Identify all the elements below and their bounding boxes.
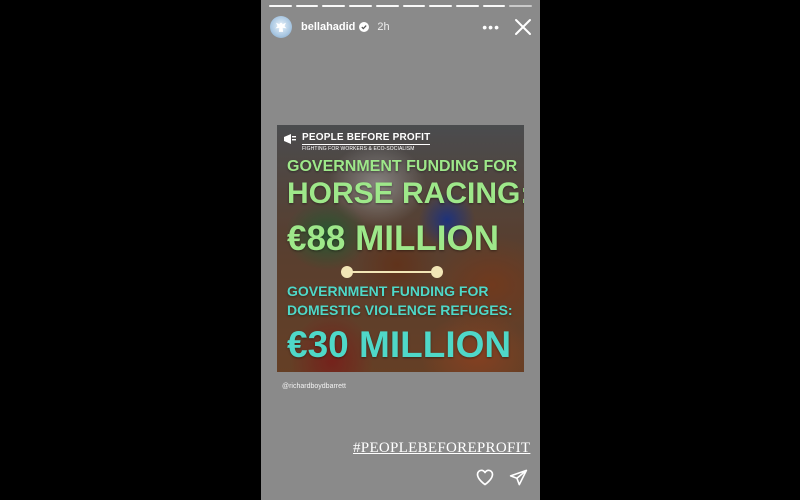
shared-post-image[interactable]: PEOPLE BEFORE PROFIT FIGHTING FOR WORKER… — [277, 125, 524, 372]
progress-segment — [375, 5, 399, 7]
megaphone-logo-icon — [284, 134, 296, 144]
funding-heading-2: GOVERNMENT FUNDING FOR DOMESTIC VIOLENCE… — [287, 282, 513, 320]
close-icon[interactable] — [514, 18, 532, 36]
story-header: bellahadid 2h ••• — [269, 14, 532, 40]
divider — [341, 266, 443, 278]
brand-tagline: FIGHTING FOR WORKERS & ECO-SOCIALISM — [302, 144, 431, 152]
story-viewer[interactable]: bellahadid 2h ••• PEOPLE BEFORE PROFIT F… — [261, 0, 540, 500]
progress-segment — [402, 5, 426, 7]
more-options-button[interactable]: ••• — [482, 20, 500, 34]
progress-segment — [349, 5, 372, 7]
post-credit-mention[interactable]: @richardboydbarrett — [282, 383, 346, 390]
amount-refuges: €30 MILLION — [287, 324, 512, 365]
progress-segment — [482, 5, 506, 7]
send-icon[interactable] — [509, 468, 528, 487]
avatar[interactable] — [270, 16, 292, 38]
username[interactable]: bellahadid — [301, 21, 355, 33]
horse-racing-label: HORSE RACING: — [287, 177, 524, 210]
post-time: 2h — [377, 21, 390, 33]
progress-segment — [509, 5, 533, 7]
funding-heading-2-line2: DOMESTIC VIOLENCE REFUGES: — [287, 302, 513, 318]
hashtag-sticker[interactable]: #PEOPLEBEFOREPROFIT — [353, 440, 530, 457]
brand-name: PEOPLE BEFORE PROFIT — [302, 132, 431, 143]
progress-segment — [269, 5, 292, 7]
verified-badge-icon — [359, 22, 370, 32]
angel-icon — [275, 22, 287, 32]
funding-heading-2-line1: GOVERNMENT FUNDING FOR — [287, 283, 489, 299]
brand-block: PEOPLE BEFORE PROFIT FIGHTING FOR WORKER… — [283, 132, 431, 152]
progress-segment — [322, 5, 346, 7]
progress-segment — [429, 5, 452, 7]
progress-segment — [295, 5, 319, 7]
heart-icon[interactable] — [475, 467, 495, 487]
funding-heading-1: GOVERNMENT FUNDING FOR — [287, 158, 518, 175]
progress-segment — [455, 5, 479, 7]
amount-horse-racing: €88 MILLION — [287, 219, 499, 258]
story-progress-bar — [269, 5, 533, 8]
